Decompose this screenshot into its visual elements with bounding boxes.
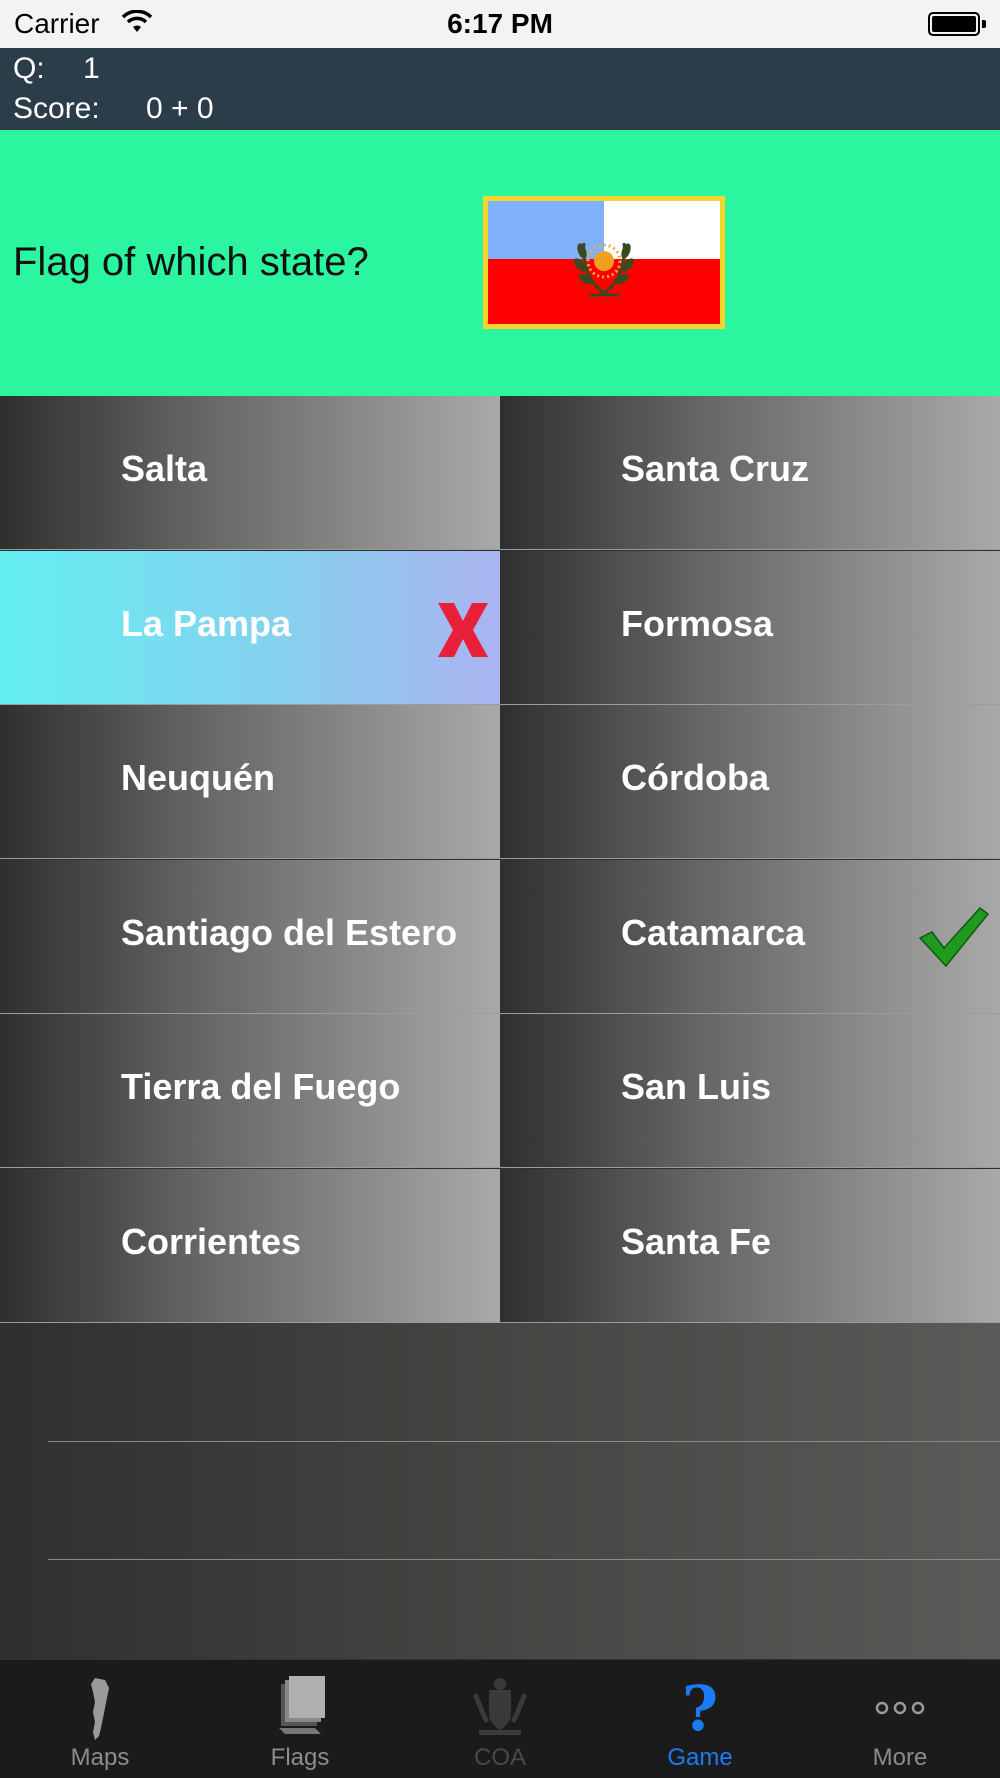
answer-label: Catamarca (621, 911, 806, 953)
flag-emblem-icon (574, 242, 634, 297)
coat-of-arms-icon (472, 1678, 528, 1735)
battery-icon (928, 12, 986, 36)
question-counter-label: Q: (13, 52, 45, 85)
empty-list-area (0, 1323, 1000, 1659)
answer-label: Salta (121, 448, 208, 489)
svg-text:?: ? (682, 1674, 718, 1742)
answer-option[interactable]: Neuquén (0, 705, 500, 859)
tab-more[interactable]: More (800, 1660, 1000, 1778)
answer-option[interactable]: Tierra del Fuego (0, 1014, 500, 1168)
answer-option[interactable]: Salta (0, 396, 500, 550)
score: Score: 0 + 0 (13, 92, 214, 126)
answer-label: Neuquén (121, 757, 276, 798)
answer-option[interactable]: Corrientes (0, 1168, 500, 1323)
tab-label: COA (473, 1744, 526, 1771)
answer-option[interactable]: Santa Cruz (500, 396, 1000, 550)
answer-option[interactable]: San Luis (500, 1014, 1000, 1168)
answer-option[interactable]: Formosa (500, 550, 1000, 705)
tab-coa[interactable]: COA (400, 1660, 600, 1778)
answer-label: Santa Cruz (621, 448, 810, 489)
tab-label: Game (667, 1744, 733, 1771)
status-bar: Carrier 6:17 PM (0, 0, 1000, 48)
tab-maps[interactable]: Maps (0, 1660, 200, 1778)
tab-label: Flags (270, 1744, 330, 1771)
question-flag (483, 196, 725, 329)
tab-label: More (872, 1744, 928, 1771)
score-value: 0 + 0 (146, 92, 214, 125)
answer-grid: Salta Santa Cruz La Pampa Formosa Neuquén Cór… (0, 396, 1000, 1323)
map-icon (91, 1678, 109, 1740)
wrong-x-icon (438, 602, 488, 657)
answer-label: Santiago del Estero (121, 911, 458, 953)
answer-label: Tierra del Fuego (121, 1066, 401, 1107)
row-separator (48, 1559, 1000, 1560)
answer-label: Corrientes (121, 1220, 302, 1262)
question-text: Flag of which state? (13, 240, 369, 284)
answer-option[interactable]: Córdoba (500, 705, 1000, 859)
score-label: Score: (13, 92, 100, 125)
tab-label: Maps (70, 1744, 130, 1771)
answer-option[interactable]: Santiago del Estero (0, 859, 500, 1014)
answer-option[interactable]: Santa Fe (500, 1168, 1000, 1323)
answer-label: La Pampa (121, 602, 292, 644)
question-mark-icon: ? (682, 1674, 718, 1742)
more-icon (875, 1701, 925, 1715)
answer-label: San Luis (621, 1066, 772, 1107)
flags-icon (279, 1676, 325, 1734)
answer-label: Córdoba (621, 757, 769, 798)
answer-label: Santa Fe (621, 1220, 772, 1262)
tab-bar: Maps Flags COA ? Game More (0, 1659, 1000, 1778)
question-counter-value: 1 (83, 52, 100, 85)
answer-option[interactable]: La Pampa (0, 550, 500, 705)
question-counter: Q: 1 (13, 52, 143, 86)
answer-label: Formosa (621, 602, 774, 644)
correct-check-icon (918, 906, 990, 967)
tab-game[interactable]: ? Game (600, 1660, 800, 1778)
tab-flags[interactable]: Flags (200, 1660, 400, 1778)
clock: 6:17 PM (447, 8, 553, 39)
answer-option[interactable]: Catamarca (500, 859, 1000, 1014)
score-header: Q: 1 Score: 0 + 0 (0, 48, 1000, 130)
row-separator (48, 1441, 1000, 1442)
